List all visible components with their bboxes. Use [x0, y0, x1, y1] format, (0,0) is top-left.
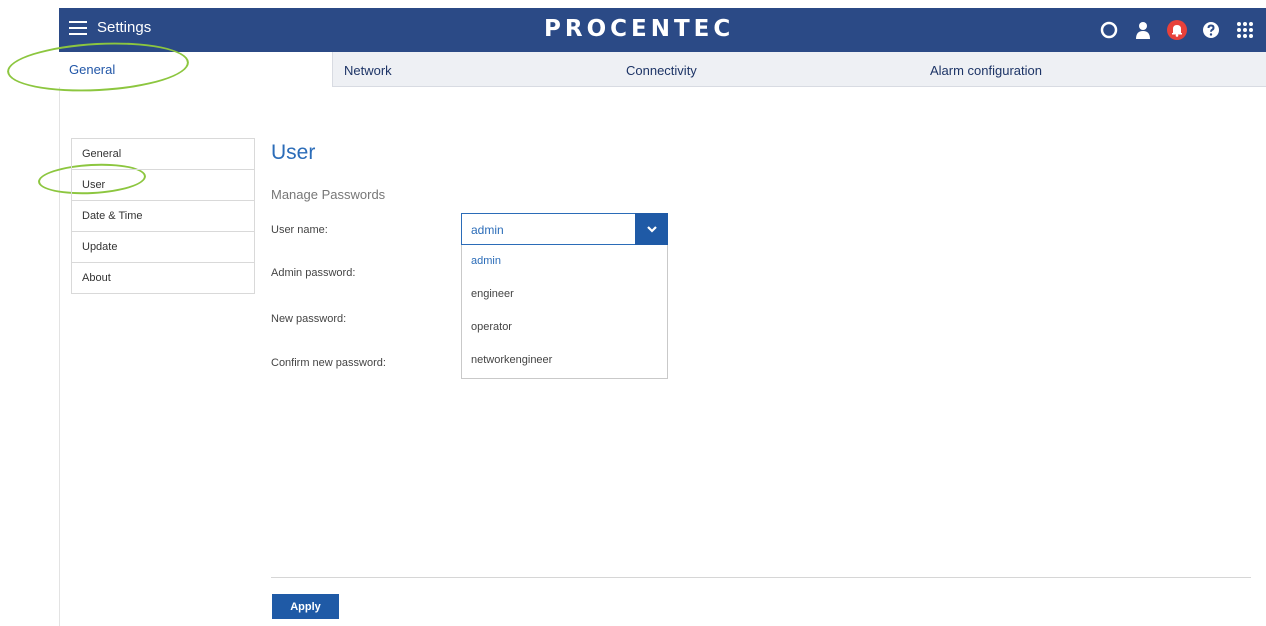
dropdown-option-admin[interactable]: admin: [462, 245, 667, 278]
sidebar-item-update[interactable]: Update: [72, 232, 254, 263]
section-heading-user: User: [271, 141, 316, 164]
alarm-bell-icon[interactable]: [1166, 19, 1188, 41]
tab-alarm-configuration[interactable]: Alarm configuration: [930, 63, 1042, 78]
sidebar-item-general[interactable]: General: [72, 139, 254, 170]
tab-connectivity[interactable]: Connectivity: [626, 63, 697, 78]
brand-logo: PROCENTEC: [544, 16, 735, 42]
settings-side-nav: General User Date & Time Update About: [71, 138, 255, 294]
tab-strip-background: [332, 52, 1266, 87]
refresh-icon[interactable]: [1098, 19, 1120, 41]
hamburger-menu-icon[interactable]: [69, 21, 87, 39]
subheading-manage-passwords: Manage Passwords: [271, 187, 386, 202]
sidebar-item-date-time[interactable]: Date & Time: [72, 201, 254, 232]
chevron-down-icon[interactable]: [635, 213, 668, 245]
user-name-selected-value: admin: [471, 223, 504, 237]
footer-divider: [271, 577, 1251, 578]
apply-button[interactable]: Apply: [272, 594, 339, 619]
left-border: [59, 52, 60, 626]
help-icon[interactable]: [1200, 19, 1222, 41]
dropdown-option-networkengineer[interactable]: networkengineer: [462, 344, 667, 377]
tab-network[interactable]: Network: [344, 63, 392, 78]
user-name-dropdown-list: admin engineer operator networkengineer: [461, 245, 668, 379]
label-user-name: User name:: [271, 224, 328, 236]
top-bar: Settings PROCENTEC: [59, 8, 1266, 52]
tab-general[interactable]: General: [59, 52, 332, 87]
label-new-password: New password:: [271, 313, 347, 325]
sidebar-item-user[interactable]: User: [72, 170, 254, 201]
sidebar-item-about[interactable]: About: [72, 263, 254, 293]
user-name-select[interactable]: admin: [461, 213, 668, 245]
dropdown-option-engineer[interactable]: engineer: [462, 278, 667, 311]
apps-grid-icon[interactable]: [1234, 19, 1256, 41]
user-icon[interactable]: [1132, 19, 1154, 41]
label-admin-password: Admin password:: [271, 267, 356, 279]
tab-bar: General Network Connectivity Alarm confi…: [59, 52, 1266, 87]
label-confirm-password: Confirm new password:: [271, 357, 386, 369]
dropdown-option-operator[interactable]: operator: [462, 311, 667, 344]
page-title-settings: Settings: [97, 19, 152, 36]
